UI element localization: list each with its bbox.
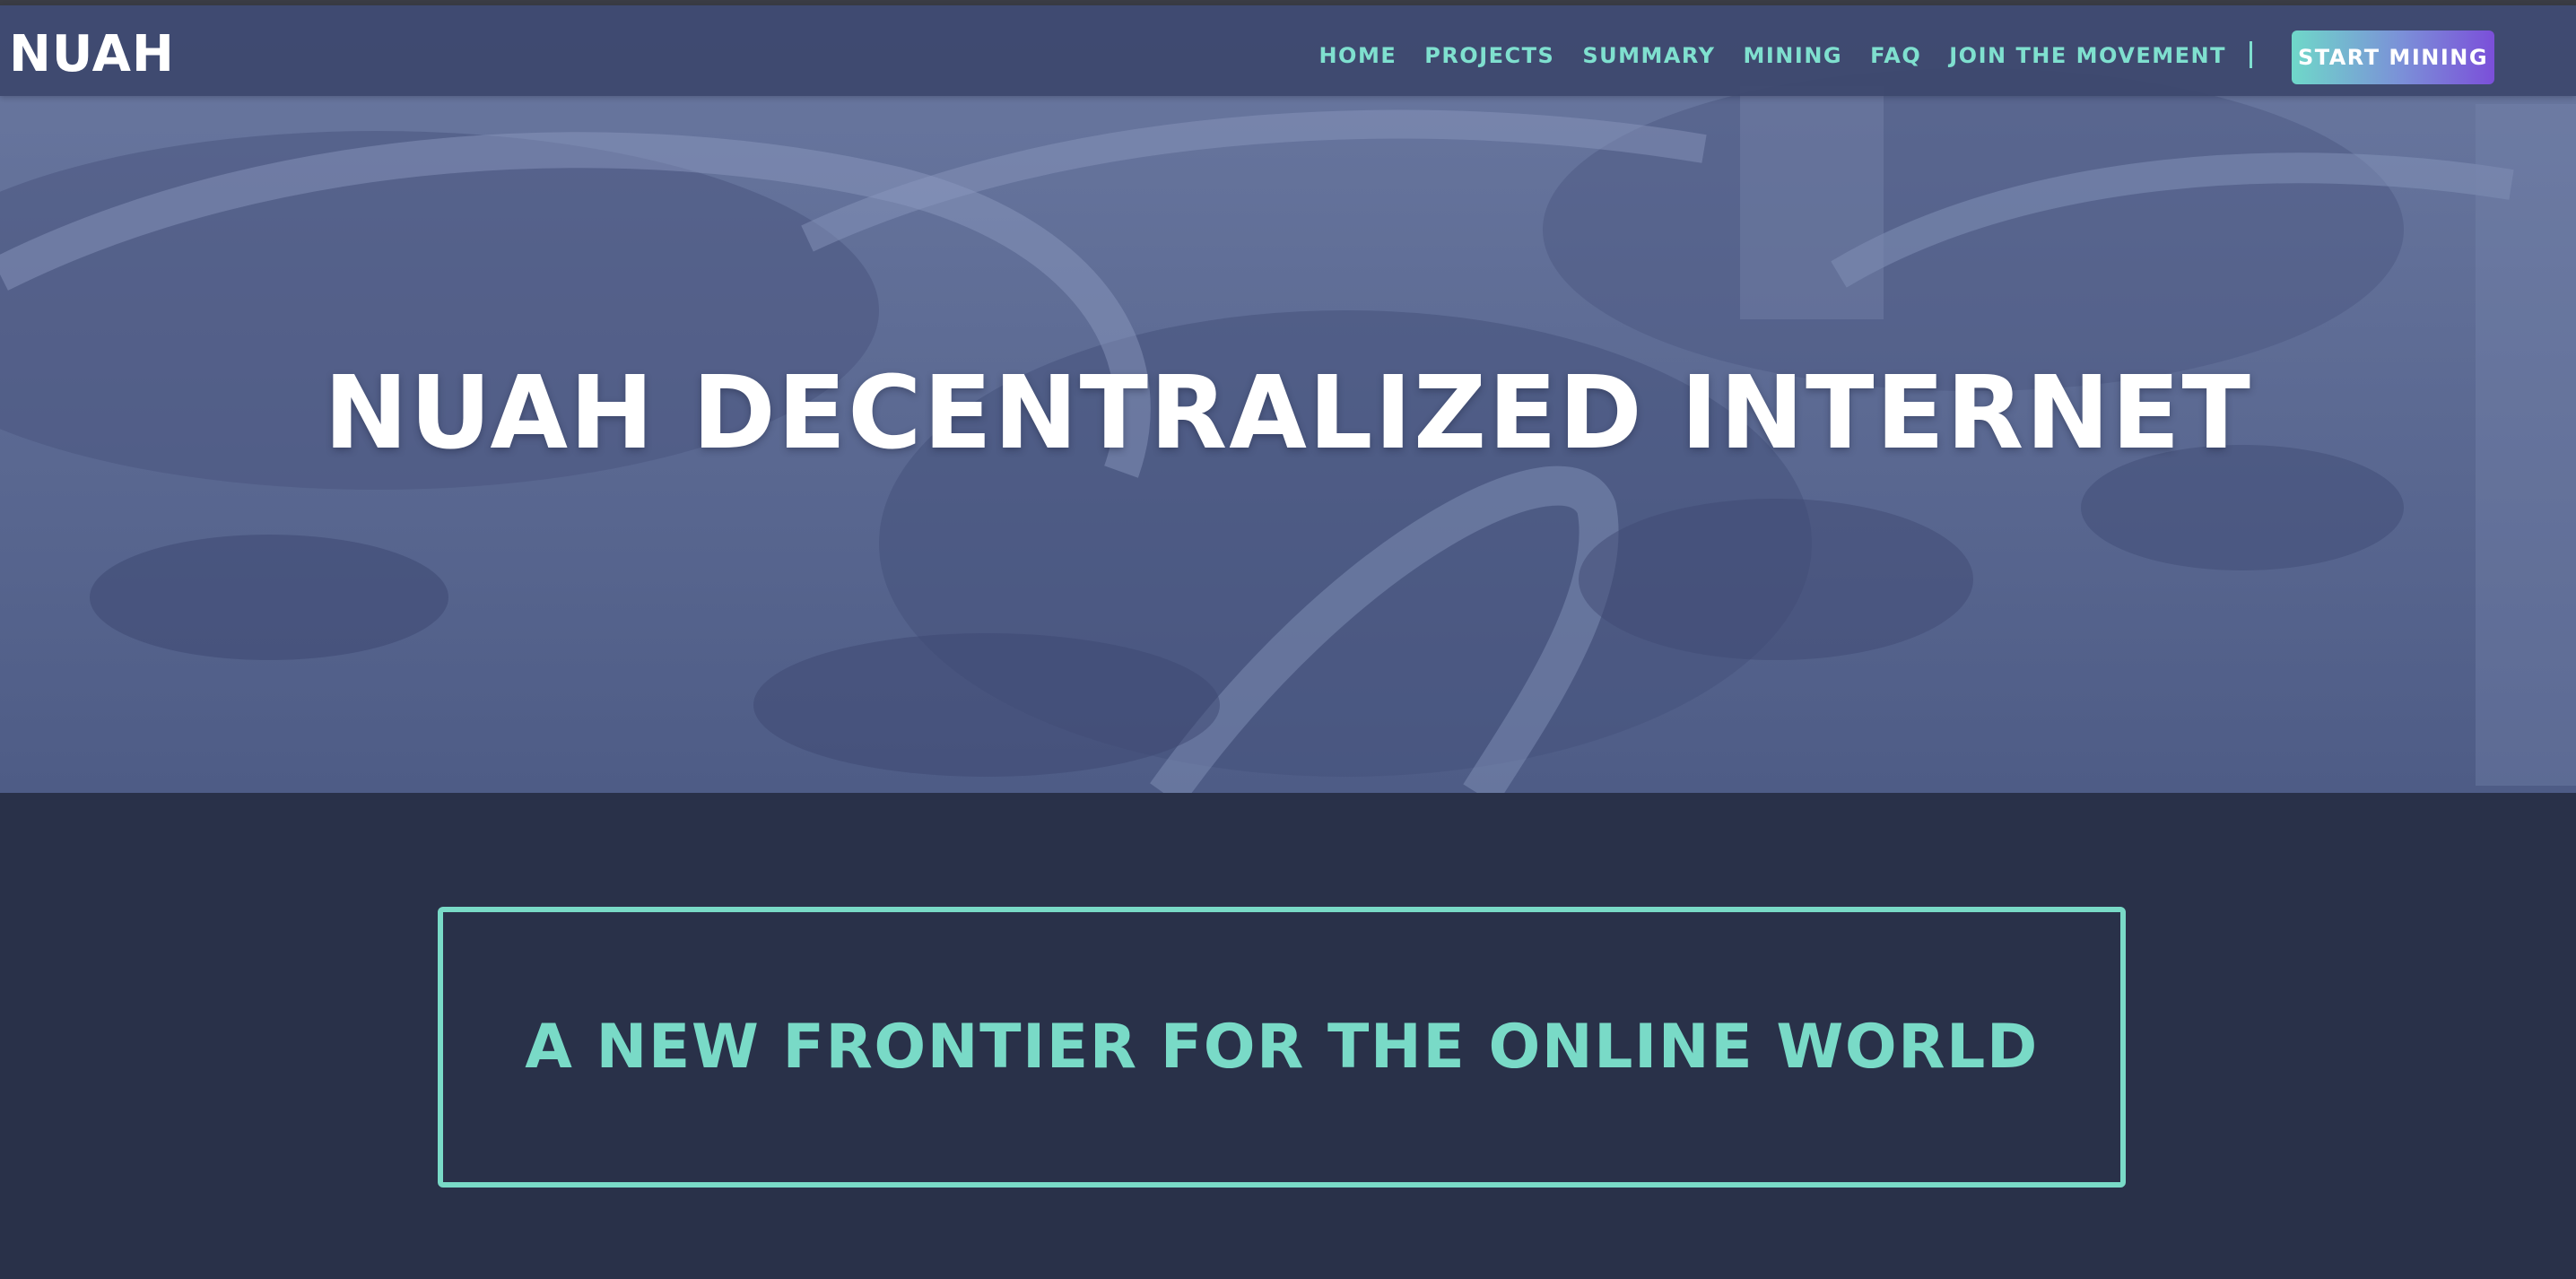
frontier-banner: A NEW FRONTIER FOR THE ONLINE WORLD: [438, 907, 2126, 1188]
hero-section: NUAH DECENTRALIZED INTERNET: [0, 5, 2576, 793]
hero-title: NUAH DECENTRALIZED INTERNET: [324, 355, 2252, 472]
frontier-headline: A NEW FRONTIER FOR THE ONLINE WORLD: [525, 1012, 2039, 1083]
nav-link-faq[interactable]: FAQ: [1870, 38, 1921, 74]
nav-link-projects[interactable]: PROJECTS: [1424, 38, 1554, 74]
logo[interactable]: NUAH: [9, 29, 175, 81]
page: NUAH DECENTRALIZED INTERNET NUAH HOME PR…: [0, 0, 2576, 1279]
navbar: NUAH HOME PROJECTS SUMMARY MINING FAQ JO…: [0, 5, 2576, 96]
nav-links: HOME PROJECTS SUMMARY MINING FAQ JOIN TH…: [1291, 38, 2226, 74]
nav-link-summary[interactable]: SUMMARY: [1582, 38, 1715, 74]
nav-link-join-the-movement[interactable]: JOIN THE MOVEMENT: [1949, 38, 2226, 74]
nav-divider: [2250, 41, 2252, 68]
nav-link-home[interactable]: HOME: [1318, 38, 1397, 74]
nav-link-mining[interactable]: MINING: [1743, 38, 1842, 74]
start-mining-button[interactable]: START MINING: [2292, 30, 2494, 84]
